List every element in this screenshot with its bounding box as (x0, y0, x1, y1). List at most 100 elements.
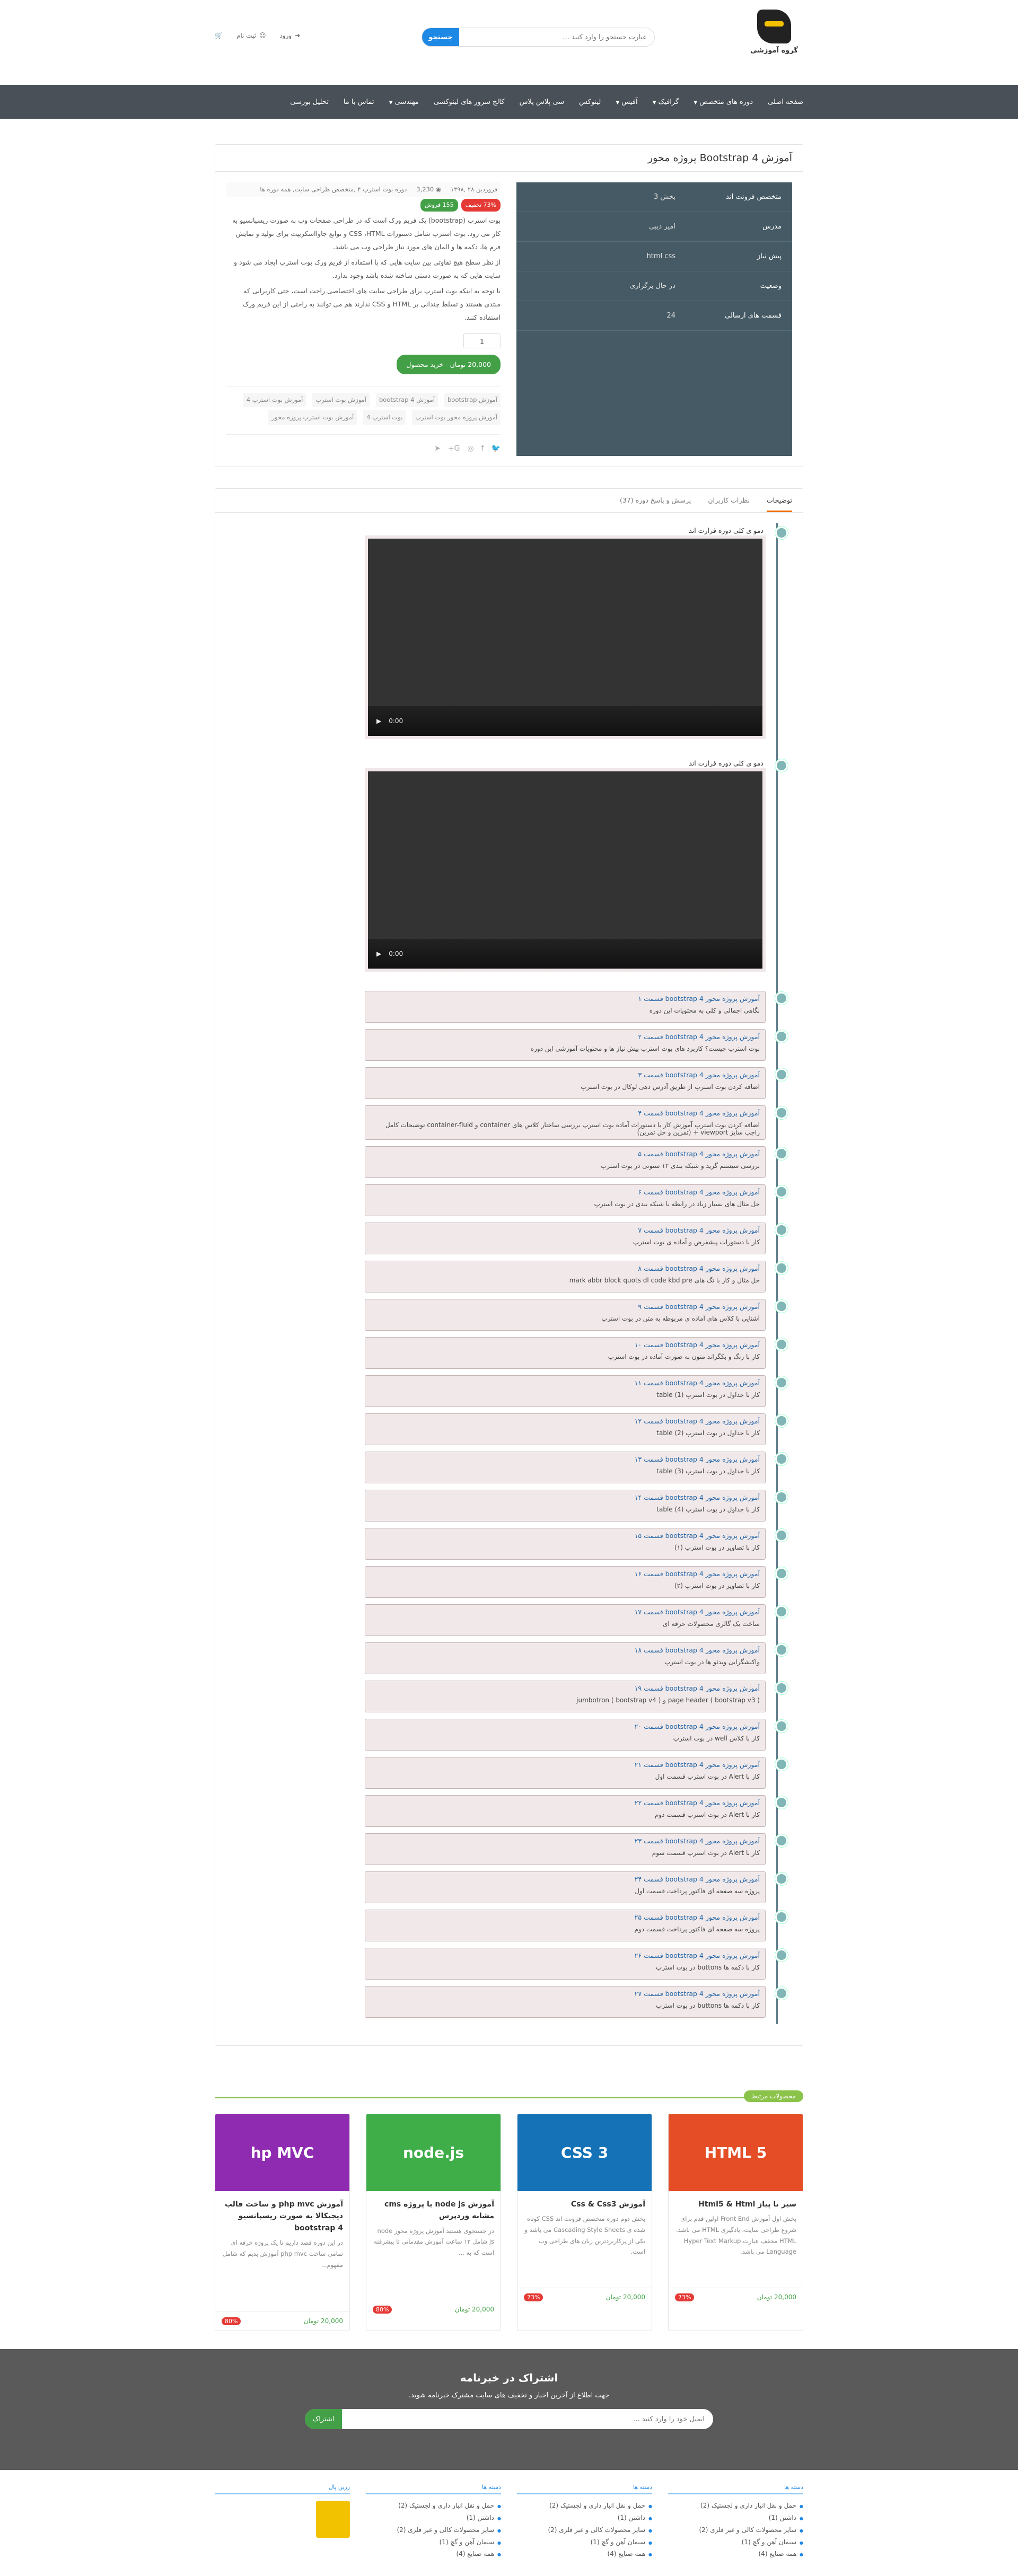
lesson-title[interactable]: آموزش پروژه محور bootstrap 4 قسمت ۲۱ (371, 1761, 760, 1769)
footer-link[interactable]: سایر محصولات کالی و غیر فلزی (2) (517, 2524, 652, 2536)
lesson-item[interactable]: آموزش پروژه محور bootstrap 4 قسمت ۱۷ ساخت… (365, 1604, 788, 1636)
lesson-item[interactable]: آموزش پروژه محور bootstrap 4 قسمت ۱۹ page… (365, 1681, 788, 1712)
lesson-title[interactable]: آموزش پروژه محور bootstrap 4 قسمت ۱۷ (371, 1608, 760, 1616)
lesson-title[interactable]: آموزش پروژه محور bootstrap 4 قسمت ۲ (371, 1033, 760, 1041)
lesson-item[interactable]: آموزش پروژه محور bootstrap 4 قسمت ۸ حل مث… (365, 1261, 788, 1293)
tag-link[interactable]: آموزش بوت استرپ 4 (243, 393, 306, 407)
footer-link[interactable]: حمل و نقل انبار داری و لجستیک (2) (517, 2500, 652, 2512)
lesson-item[interactable]: آموزش پروژه محور bootstrap 4 قسمت ۱۶ کار … (365, 1566, 788, 1598)
footer-link[interactable]: همه صنایع (4) (517, 2548, 652, 2560)
related-image[interactable]: node.js (366, 2114, 501, 2191)
lesson-item[interactable]: آموزش پروژه محور bootstrap 4 قسمت ۵ بررسی… (365, 1146, 788, 1178)
nav-item[interactable]: صفحه اصلی (768, 98, 803, 106)
lesson-item[interactable]: آموزش پروژه محور bootstrap 4 قسمت ۱۲ کار … (365, 1413, 788, 1445)
lesson-item[interactable]: آموزش پروژه محور bootstrap 4 قسمت ۱۴ کار … (365, 1490, 788, 1522)
play-icon[interactable]: ▶ (376, 717, 381, 725)
lesson-title[interactable]: آموزش پروژه محور bootstrap 4 قسمت ۲۲ (371, 1799, 760, 1807)
nav-item[interactable]: گرافیک▼ (653, 98, 679, 106)
lesson-item[interactable]: آموزش پروژه محور bootstrap 4 قسمت ۲۲ کار … (365, 1795, 788, 1827)
lesson-item[interactable]: آموزش پروژه محور bootstrap 4 قسمت ۲۶ کار … (365, 1948, 788, 1980)
nav-item[interactable]: تحلیل بورسی (290, 98, 329, 106)
lesson-title[interactable]: آموزش پروژه محور bootstrap 4 قسمت ۱۳ (371, 1455, 760, 1463)
lesson-item[interactable]: آموزش پروژه محور bootstrap 4 قسمت ۹ آشنای… (365, 1299, 788, 1331)
footer-link[interactable]: سیمان آهن و گچ (1) (668, 2536, 803, 2548)
lesson-title[interactable]: آموزش پروژه محور bootstrap 4 قسمت ۱۸ (371, 1646, 760, 1654)
site-logo[interactable]: گروه آموزشی (745, 10, 803, 68)
lesson-title[interactable]: آموزش پروژه محور bootstrap 4 قسمت ۱۰ (371, 1341, 760, 1349)
nav-item[interactable]: مهندسی▼ (389, 98, 419, 106)
newsletter-email-input[interactable] (342, 2409, 713, 2430)
footer-link[interactable]: همه صنایع (4) (668, 2548, 803, 2560)
related-title[interactable]: آموزش Css & Css3 (517, 2191, 652, 2213)
tag-link[interactable]: آموزش پروژه محور بوت استرپ (412, 410, 501, 425)
register-link[interactable]: ☺ ثبت نام (236, 32, 266, 39)
product-category[interactable]: دوره بوت استرپ ۴ ,متخصص طراحی سایت, همه … (260, 183, 407, 196)
tag-link[interactable]: آموزش بوت استرپ پروژه محور (268, 410, 357, 425)
footer-link[interactable]: سیمان آهن و گچ (1) (517, 2536, 652, 2548)
lesson-title[interactable]: آموزش پروژه محور bootstrap 4 قسمت ۲۰ (371, 1722, 760, 1730)
footer-link[interactable]: همه صنایع (4) (366, 2548, 501, 2560)
tab-3[interactable]: پرسش و پاسخ دوره (37) (620, 496, 691, 512)
instagram-icon[interactable]: ◎ (467, 441, 473, 456)
nav-item[interactable]: آفیس▼ (616, 98, 637, 106)
lesson-item[interactable]: آموزش پروژه محور bootstrap 4 قسمت ۲۷ کار … (365, 1986, 788, 2018)
video-player[interactable]: ▶ 0:00 (365, 768, 766, 972)
footer-link[interactable]: داشتن (1) (366, 2512, 501, 2524)
footer-link[interactable]: سایر محصولات کالی و غیر فلزی (2) (366, 2524, 501, 2536)
related-card[interactable]: CSS 3 آموزش Css & Css3 بخش دوم دوره متخصص … (517, 2114, 652, 2332)
lesson-item[interactable]: آموزش پروژه محور bootstrap 4 قسمت ۱۰ کار … (365, 1337, 788, 1369)
lesson-item[interactable]: آموزش پروژه محور bootstrap 4 قسمت ۱۳ کار … (365, 1452, 788, 1483)
facebook-icon[interactable]: f (481, 441, 484, 456)
lesson-title[interactable]: آموزش پروژه محور bootstrap 4 قسمت ۱۶ (371, 1570, 760, 1578)
lesson-item[interactable]: آموزش پروژه محور bootstrap 4 قسمت ۴ اضافه… (365, 1105, 788, 1140)
nav-item[interactable]: لینوکس (579, 98, 601, 106)
lesson-title[interactable]: آموزش پروژه محور bootstrap 4 قسمت ۷ (371, 1226, 760, 1234)
lesson-title[interactable]: آموزش پروژه محور bootstrap 4 قسمت ۲۶ (371, 1951, 760, 1959)
related-card[interactable]: hp MVC آموزش php mvc و ساخت قالب دیجیکالا… (215, 2114, 350, 2332)
play-icon[interactable]: ▶ (376, 950, 381, 957)
search-button[interactable]: جستجو (422, 28, 459, 46)
tag-link[interactable]: بوت استرپ 4 (363, 410, 406, 425)
lesson-item[interactable]: آموزش پروژه محور bootstrap 4 قسمت ۱۱ کار … (365, 1375, 788, 1407)
lesson-title[interactable]: آموزش پروژه محور bootstrap 4 قسمت ۹ (371, 1303, 760, 1311)
tag-link[interactable]: آموزش bootstrap (444, 393, 501, 407)
lesson-title[interactable]: آموزش پروژه محور bootstrap 4 قسمت ۱۱ (371, 1379, 760, 1387)
lesson-item[interactable]: آموزش پروژه محور bootstrap 4 قسمت ۷ کار ب… (365, 1223, 788, 1254)
footer-link[interactable]: داشتن (1) (517, 2512, 652, 2524)
related-image[interactable]: hp MVC (215, 2114, 349, 2191)
lesson-item[interactable]: آموزش پروژه محور bootstrap 4 قسمت ۲۱ کار … (365, 1757, 788, 1789)
nav-item[interactable]: کالج سرور های لینوکسی (434, 98, 505, 106)
nav-item[interactable]: دوره های متخصص▼ (694, 98, 753, 106)
lesson-item[interactable]: آموزش پروژه محور bootstrap 4 قسمت ۲۴ پروژ… (365, 1871, 788, 1903)
related-title[interactable]: آموزش php mvc و ساخت قالب دیجیکالا به صو… (215, 2191, 349, 2237)
lesson-title[interactable]: آموزش پروژه محور bootstrap 4 قسمت ۱۵ (371, 1532, 760, 1540)
footer-link[interactable]: داشتن (1) (668, 2512, 803, 2524)
footer-link[interactable]: حمل و نقل انبار داری و لجستیک (2) (668, 2500, 803, 2512)
lesson-title[interactable]: آموزش پروژه محور bootstrap 4 قسمت ۲۴ (371, 1875, 760, 1883)
lesson-title[interactable]: آموزش پروژه محور bootstrap 4 قسمت ۶ (371, 1188, 760, 1196)
lesson-title[interactable]: آموزش پروژه محور bootstrap 4 قسمت ۱۹ (371, 1684, 760, 1692)
lesson-title[interactable]: آموزش پروژه محور bootstrap 4 قسمت ۱۲ (371, 1417, 760, 1425)
buy-button[interactable]: 20,000 تومان - خرید محصول (397, 355, 501, 374)
quantity-input[interactable]: 1 (463, 333, 501, 348)
lesson-item[interactable]: آموزش پروژه محور bootstrap 4 قسمت ۶ حل مث… (365, 1184, 788, 1216)
tag-link[interactable]: آموزش bootstrap 4 (376, 393, 438, 407)
twitter-icon[interactable]: 🐦 (492, 441, 501, 456)
lesson-item[interactable]: آموزش پروژه محور bootstrap 4 قسمت ۱۸ واکن… (365, 1642, 788, 1674)
zarinpal-logo[interactable] (316, 2501, 350, 2538)
cart-icon[interactable]: 🛒 (215, 32, 223, 39)
lesson-title[interactable]: آموزش پروژه محور bootstrap 4 قسمت ۵ (371, 1150, 760, 1158)
lesson-title[interactable]: آموزش پروژه محور bootstrap 4 قسمت ۸ (371, 1264, 760, 1272)
related-image[interactable]: CSS 3 (517, 2114, 652, 2191)
footer-link[interactable]: حمل و نقل انبار داری و لجستیک (2) (366, 2500, 501, 2512)
search-input[interactable] (459, 28, 654, 46)
login-link[interactable]: ➜ ورود (279, 32, 300, 39)
related-title[interactable]: سیر تا پیاز Html5 & Html (669, 2191, 803, 2213)
video-player[interactable]: ▶ 0:00 (365, 535, 766, 739)
lesson-title[interactable]: آموزش پروژه محور bootstrap 4 قسمت ۲۳ (371, 1837, 760, 1845)
lesson-item[interactable]: آموزش پروژه محور bootstrap 4 قسمت ۲ بوت ا… (365, 1029, 788, 1061)
nav-item[interactable]: سی پلاس پلاس (520, 98, 564, 106)
footer-link[interactable]: سیمان آهن و گچ (1) (366, 2536, 501, 2548)
tab-2[interactable]: نظرات کاربران (708, 496, 750, 512)
lesson-title[interactable]: آموزش پروژه محور bootstrap 4 قسمت ۱ (371, 995, 760, 1003)
